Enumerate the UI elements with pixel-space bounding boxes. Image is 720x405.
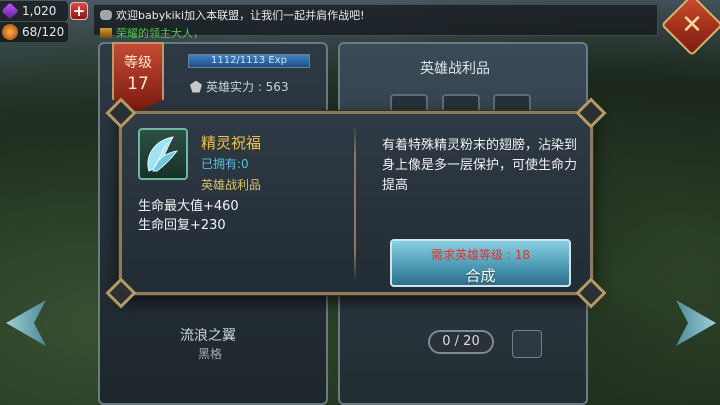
wing-name: 流浪之翼 xyxy=(180,328,236,344)
gem-icon xyxy=(1,2,19,20)
chat-line-1: 欢迎babykiki加入本联盟，让我们一起并肩作战吧! xyxy=(100,7,651,23)
level-value: 17 xyxy=(127,74,149,94)
item-name: 精灵祝福 xyxy=(201,134,262,152)
exp-text: 1112/1113 Exp xyxy=(210,55,288,66)
chat-message-2: 荣耀的领主大人， xyxy=(116,27,204,40)
chat-line-2: 荣耀的领主大人， xyxy=(100,25,651,41)
spoils-title: 英雄战利品 xyxy=(420,61,490,77)
stat-max-hp: 生命最大值+460 xyxy=(138,199,239,214)
wing-subtitle: 黑格 xyxy=(198,347,223,361)
item-description: 有着特殊精灵粉末的翅膀，沾染到身上像是多一层保护，可使生命力提高 xyxy=(382,138,578,193)
chat-bar[interactable]: 欢迎babykiki加入本联盟，让我们一起并肩作战吧! 荣耀的领主大人， xyxy=(93,4,658,40)
level-label: 等级 xyxy=(124,55,152,71)
owned-count: 已拥有:0 xyxy=(201,157,249,171)
gems-counter: 1,020 xyxy=(0,1,68,21)
exp-bar: 1112/1113 Exp xyxy=(188,54,310,68)
stat-hp-regen: 生命回复+230 xyxy=(138,218,226,233)
chat-bubble-icon xyxy=(100,10,112,20)
craft-button[interactable]: 需求英雄等级 : 18 合成 xyxy=(390,239,571,287)
source-button[interactable] xyxy=(512,330,542,358)
hero-power: 英雄实力 : 563 xyxy=(190,78,289,95)
energy-icon xyxy=(2,24,18,40)
energy-counter: 68/120 xyxy=(0,22,68,42)
power-text: 英雄实力 : 563 xyxy=(206,80,289,94)
spoils-counter: 0 / 20 xyxy=(428,330,494,354)
item-category: 英雄战利品 xyxy=(201,178,262,192)
chat-message-1: 欢迎babykiki加入本联盟，让我们一起并肩作战吧! xyxy=(116,9,365,22)
level-requirement: 需求英雄等级 : 18 xyxy=(431,248,530,262)
add-gems-button[interactable]: + xyxy=(70,2,88,20)
gems-value: 1,020 xyxy=(22,4,57,18)
item-icon xyxy=(138,128,188,180)
close-icon: ✕ xyxy=(681,10,703,40)
divider xyxy=(354,124,356,282)
wing-icon xyxy=(147,136,179,172)
craft-label: 合成 xyxy=(465,267,496,285)
power-icon xyxy=(190,80,202,93)
item-tooltip: 精灵祝福 已拥有:0 英雄战利品 生命最大值+460 生命回复+230 有着特殊… xyxy=(105,97,607,309)
alliance-flag-icon xyxy=(100,28,112,38)
energy-value: 68/120 xyxy=(22,25,65,39)
